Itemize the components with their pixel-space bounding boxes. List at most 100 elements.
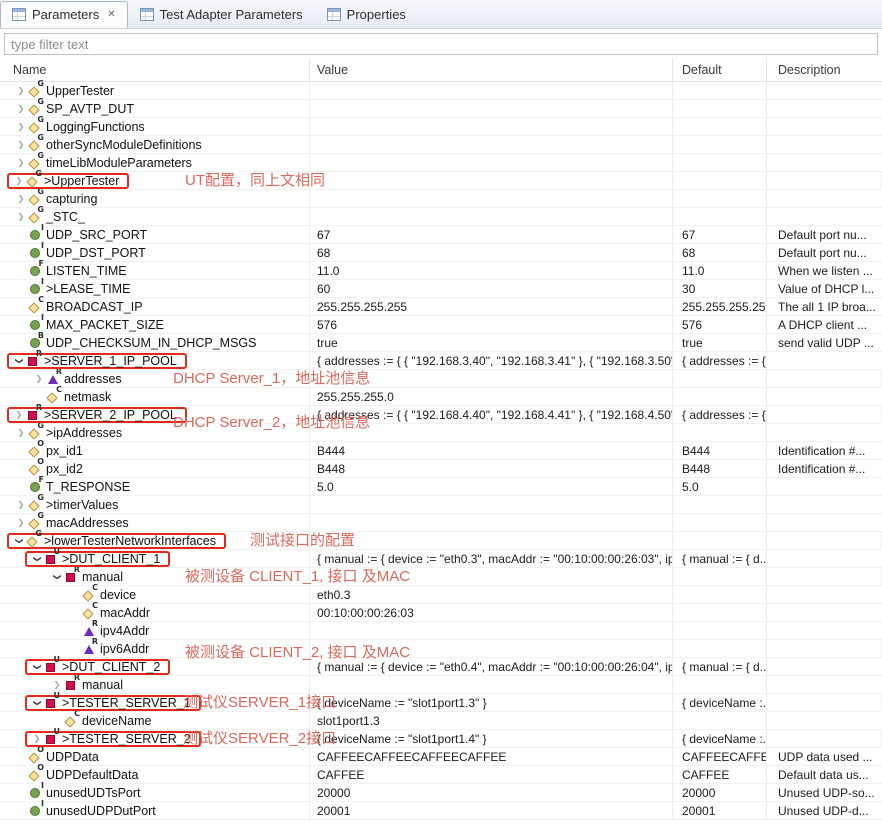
- table-row[interactable]: ❯ O UDPDefaultData CAFFEE CAFFEE Default…: [0, 766, 882, 784]
- parameter-value[interactable]: [310, 136, 673, 153]
- parameter-value[interactable]: 68: [310, 244, 673, 261]
- table-row[interactable]: ❯ I unusedUDPDutPort 20001 20001 Unused …: [0, 802, 882, 820]
- table-row[interactable]: ❯ G _STC_: [0, 208, 882, 226]
- parameter-value[interactable]: { deviceName := "slot1port1.4" }: [310, 730, 673, 747]
- parameter-value[interactable]: B444: [310, 442, 673, 459]
- table-row[interactable]: ❯ U >TESTER_SERVER_2 { deviceName := "sl…: [0, 730, 882, 748]
- table-row[interactable]: ❯ C netmask 255.255.255.0: [0, 388, 882, 406]
- table-row[interactable]: ❯ U >DUT_CLIENT_2 { manual := { device :…: [0, 658, 882, 676]
- table-row[interactable]: ❯ F LISTEN_TIME 11.0 11.0 When we listen…: [0, 262, 882, 280]
- parameter-value[interactable]: 5.0: [310, 478, 673, 495]
- parameter-value[interactable]: 00:10:00:00:26:03: [310, 604, 673, 621]
- expander-chevron-icon[interactable]: ❯: [13, 191, 29, 207]
- parameter-value[interactable]: [310, 496, 673, 513]
- table-row[interactable]: ❯ G capturing: [0, 190, 882, 208]
- table-row[interactable]: ❯ R ipv4Addr: [0, 622, 882, 640]
- expander-chevron-icon[interactable]: ❯: [13, 209, 29, 225]
- parameter-value[interactable]: true: [310, 334, 673, 351]
- column-header-description[interactable]: Description: [767, 58, 882, 81]
- table-row[interactable]: ❯ I unusedUDTsPort 20000 20000 Unused UD…: [0, 784, 882, 802]
- expander-chevron-icon[interactable]: ❯: [29, 731, 45, 747]
- table-row[interactable]: ❯ G LoggingFunctions: [0, 118, 882, 136]
- table-row[interactable]: ❯ C device eth0.3: [0, 586, 882, 604]
- table-row[interactable]: ❯ G otherSyncModuleDefinitions: [0, 136, 882, 154]
- expander-chevron-icon[interactable]: ❯: [13, 119, 29, 135]
- table-row[interactable]: ❯ G macAddresses: [0, 514, 882, 532]
- expander-chevron-icon[interactable]: ❯: [13, 155, 29, 171]
- parameter-value[interactable]: CAFFEECAFFEECAFFEECAFFEE: [310, 748, 673, 765]
- table-row[interactable]: ❯ O px_id2 B448 B448 Identification #...: [0, 460, 882, 478]
- parameter-value[interactable]: 67: [310, 226, 673, 243]
- table-row[interactable]: ❯ F T_RESPONSE 5.0 5.0: [0, 478, 882, 496]
- parameter-value[interactable]: { deviceName := "slot1port1.3" }: [310, 694, 673, 711]
- expander-chevron-icon[interactable]: ❯: [11, 173, 27, 189]
- filter-input[interactable]: [4, 33, 878, 55]
- parameter-value[interactable]: 255.255.255.0: [310, 388, 673, 405]
- expander-chevron-icon[interactable]: ❯: [11, 533, 27, 549]
- table-row[interactable]: ❯ C deviceName slot1port1.3: [0, 712, 882, 730]
- table-row[interactable]: ❯ C BROADCAST_IP 255.255.255.255 255.255…: [0, 298, 882, 316]
- table-row[interactable]: ❯ G >ipAddresses: [0, 424, 882, 442]
- expander-chevron-icon[interactable]: ❯: [31, 371, 47, 387]
- table-row[interactable]: ❯ R >SERVER_1_IP_POOL { addresses := { {…: [0, 352, 882, 370]
- parameter-value[interactable]: eth0.3: [310, 586, 673, 603]
- parameter-value[interactable]: [310, 514, 673, 531]
- table-row[interactable]: ❯ G timeLibModuleParameters: [0, 154, 882, 172]
- parameter-value[interactable]: [310, 676, 673, 693]
- table-row[interactable]: ❯ U >DUT_CLIENT_1 { manual := { device :…: [0, 550, 882, 568]
- expander-chevron-icon[interactable]: ❯: [13, 137, 29, 153]
- tab-properties[interactable]: Properties: [315, 1, 418, 28]
- table-row[interactable]: ❯ O px_id1 B444 B444 Identification #...: [0, 442, 882, 460]
- parameter-value[interactable]: [310, 82, 673, 99]
- parameter-value[interactable]: [310, 172, 673, 189]
- parameter-value[interactable]: [310, 622, 673, 639]
- parameter-value[interactable]: 11.0: [310, 262, 673, 279]
- parameter-value[interactable]: 576: [310, 316, 673, 333]
- parameter-value[interactable]: [310, 532, 673, 549]
- table-row[interactable]: ❯ R ipv6Addr 被测设备 CLIENT_2, 接口 及MAC: [0, 640, 882, 658]
- table-row[interactable]: ❯ G >lowerTesterNetworkInterfaces 测试接口的配…: [0, 532, 882, 550]
- parameter-value[interactable]: 60: [310, 280, 673, 297]
- table-row[interactable]: ❯ G SP_AVTP_DUT: [0, 100, 882, 118]
- expander-chevron-icon[interactable]: ❯: [13, 515, 29, 531]
- table-row[interactable]: ❯ G >UpperTester UT配置，同上文相同: [0, 172, 882, 190]
- parameter-value[interactable]: CAFFEE: [310, 766, 673, 783]
- table-row[interactable]: ❯ I UDP_SRC_PORT 67 67 Default port nu..…: [0, 226, 882, 244]
- table-row[interactable]: ❯ R manual 被测设备 CLIENT_1, 接口 及MAC: [0, 568, 882, 586]
- column-header-name[interactable]: Name: [0, 58, 310, 81]
- expander-chevron-icon[interactable]: ❯: [49, 569, 65, 585]
- parameter-value[interactable]: [310, 118, 673, 135]
- table-row[interactable]: ❯ O UDPData CAFFEECAFFEECAFFEECAFFEE CAF…: [0, 748, 882, 766]
- expander-chevron-icon[interactable]: ❯: [13, 497, 29, 513]
- close-icon[interactable]: ✕: [107, 9, 115, 20]
- parameter-value[interactable]: 20001: [310, 802, 673, 819]
- parameter-value[interactable]: [310, 190, 673, 207]
- expander-chevron-icon[interactable]: ❯: [29, 659, 45, 675]
- parameter-value[interactable]: 255.255.255.255: [310, 298, 673, 315]
- expander-chevron-icon[interactable]: ❯: [13, 83, 29, 99]
- table-row[interactable]: ❯ U >TESTER_SERVER_1 { deviceName := "sl…: [0, 694, 882, 712]
- parameter-value[interactable]: { manual := { device := "eth0.3", macAdd…: [310, 550, 673, 567]
- column-header-value[interactable]: Value: [310, 58, 673, 81]
- expander-chevron-icon[interactable]: ❯: [13, 101, 29, 117]
- tab-parameters[interactable]: Parameters ✕: [0, 1, 128, 28]
- parameter-value[interactable]: 20000: [310, 784, 673, 801]
- expander-chevron-icon[interactable]: ❯: [11, 353, 27, 369]
- table-row[interactable]: ❯ R manual: [0, 676, 882, 694]
- expander-chevron-icon[interactable]: ❯: [11, 407, 27, 423]
- table-row[interactable]: ❯ C macAddr 00:10:00:00:26:03: [0, 604, 882, 622]
- table-row[interactable]: ❯ I >LEASE_TIME 60 30 Value of DHCP l...: [0, 280, 882, 298]
- expander-chevron-icon[interactable]: ❯: [29, 551, 45, 567]
- parameter-value[interactable]: { addresses := { { "192.168.3.40", "192.…: [310, 352, 673, 369]
- table-row[interactable]: ❯ I MAX_PACKET_SIZE 576 576 A DHCP clien…: [0, 316, 882, 334]
- expander-chevron-icon[interactable]: ❯: [13, 425, 29, 441]
- parameter-value[interactable]: [310, 208, 673, 225]
- expander-chevron-icon[interactable]: ❯: [29, 695, 45, 711]
- table-row[interactable]: ❯ I UDP_DST_PORT 68 68 Default port nu..…: [0, 244, 882, 262]
- tab-test-adapter-parameters[interactable]: Test Adapter Parameters: [128, 1, 315, 28]
- parameter-value[interactable]: [310, 154, 673, 171]
- table-row[interactable]: ❯ B UDP_CHECKSUM_IN_DHCP_MSGS true true …: [0, 334, 882, 352]
- column-header-default[interactable]: Default: [673, 58, 767, 81]
- table-row[interactable]: ❯ G UpperTester: [0, 82, 882, 100]
- parameter-value[interactable]: B448: [310, 460, 673, 477]
